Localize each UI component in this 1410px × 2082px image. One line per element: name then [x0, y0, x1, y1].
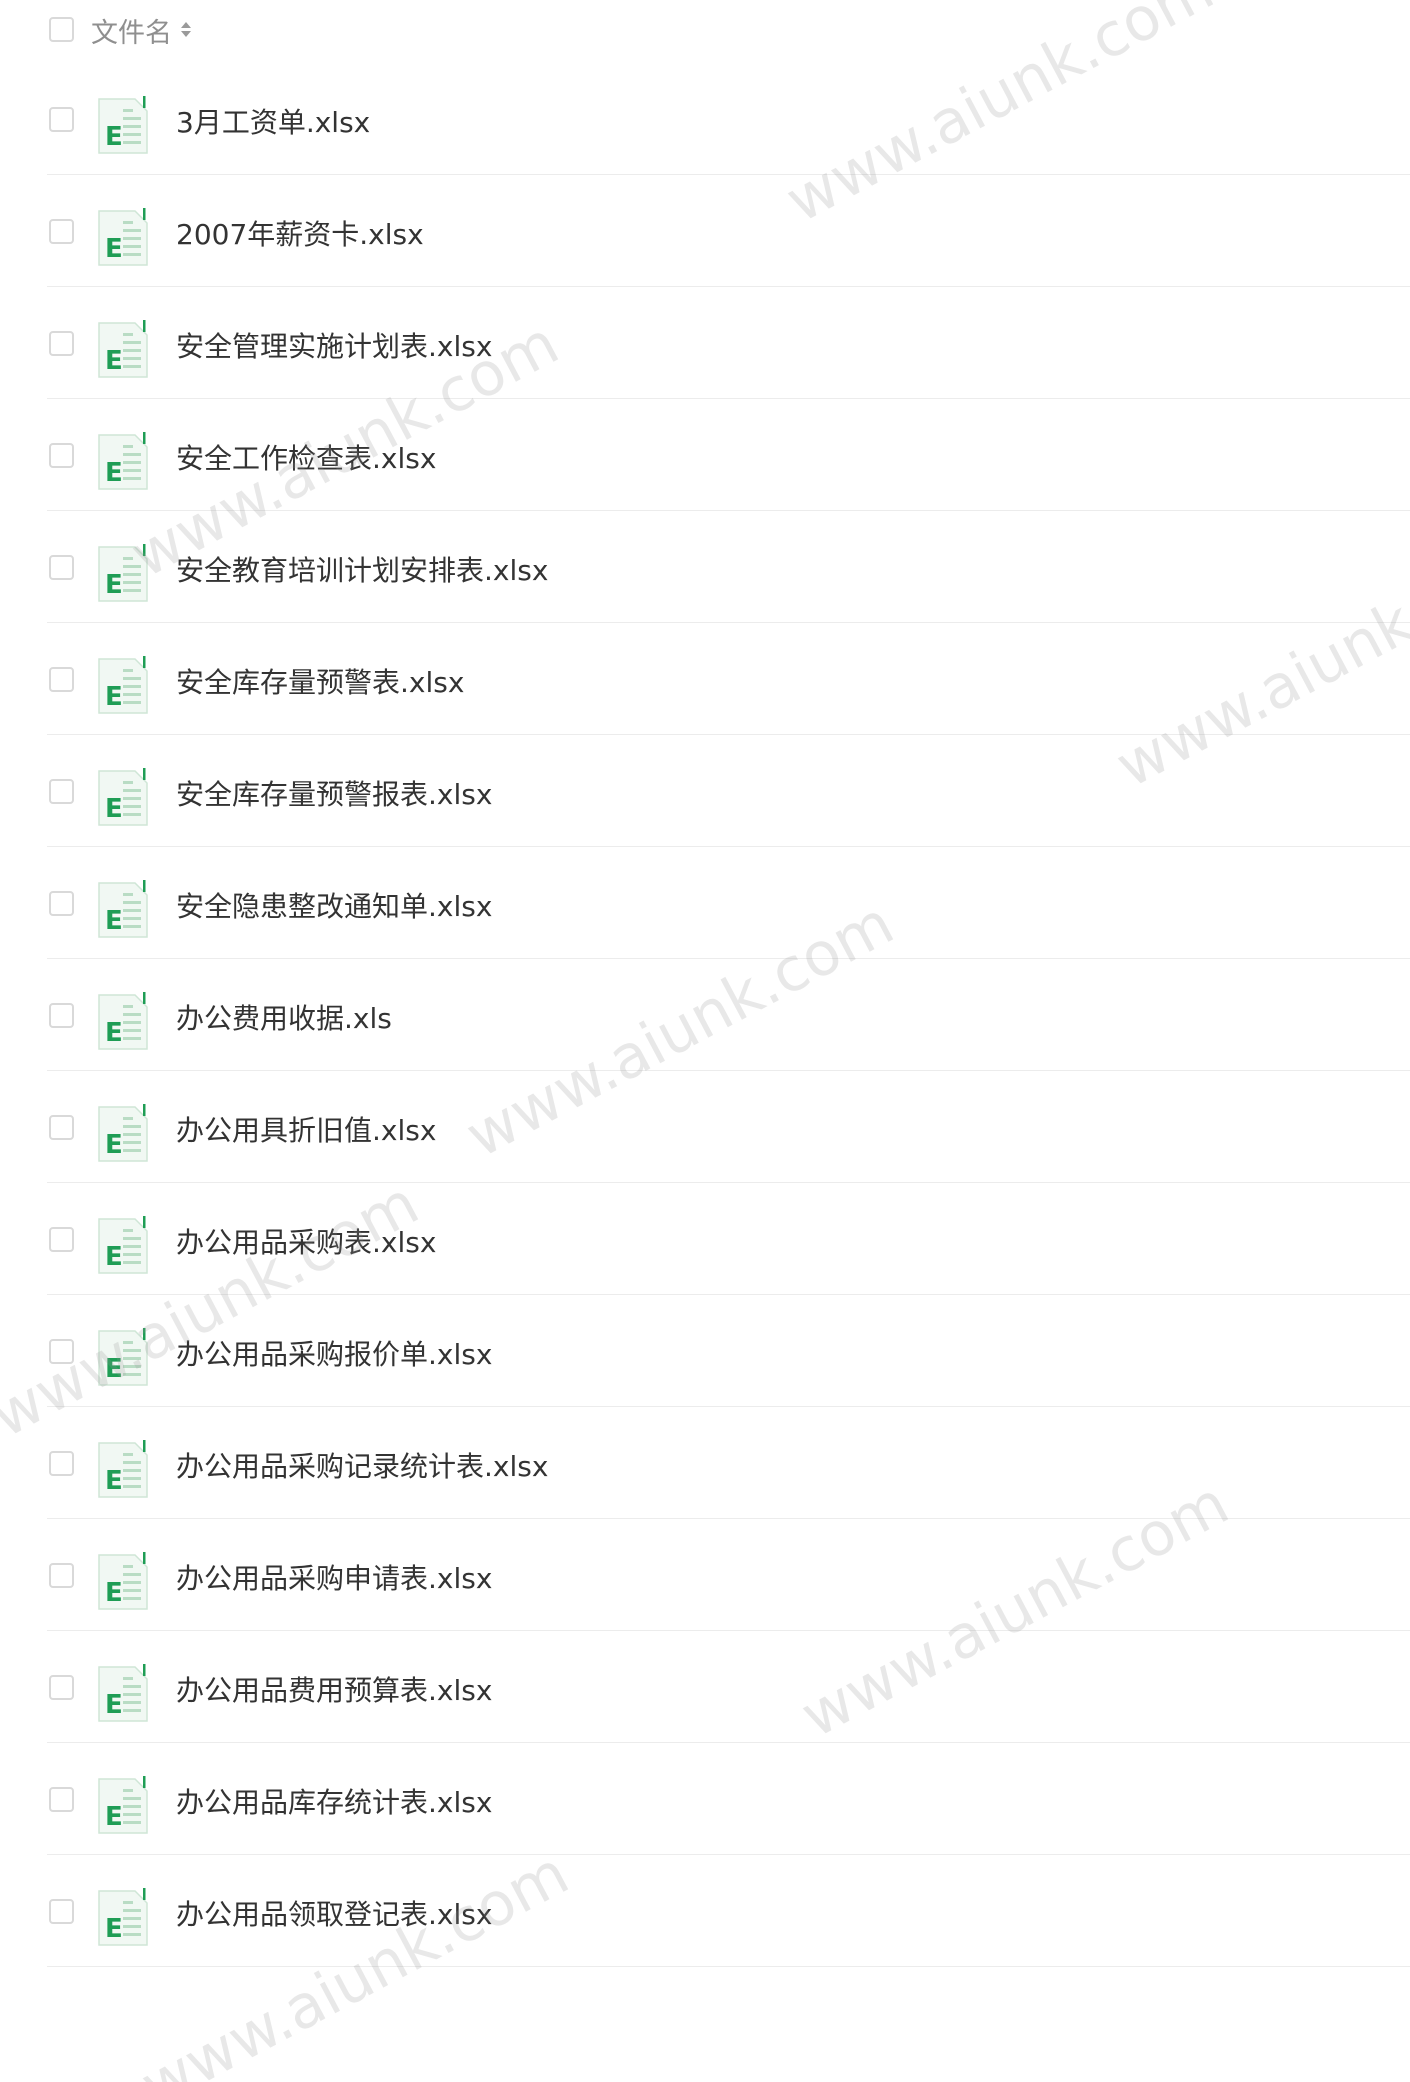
file-name[interactable]: 办公用品采购记录统计表.xlsx: [176, 1445, 548, 1489]
excel-file-icon: E: [97, 1887, 149, 1949]
excel-file-icon: E: [97, 1551, 149, 1613]
file-row-checkbox[interactable]: [49, 443, 74, 468]
excel-file-icon: E: [97, 879, 149, 941]
svg-text:E: E: [105, 906, 123, 936]
file-list-header: 文件名: [0, 0, 1410, 58]
filename-column-label: 文件名: [91, 17, 172, 49]
excel-file-icon: E: [97, 431, 149, 493]
svg-text:E: E: [105, 1130, 123, 1160]
file-name[interactable]: 办公用具折旧值.xlsx: [176, 1109, 436, 1153]
file-row-checkbox[interactable]: [49, 891, 74, 916]
sort-icon[interactable]: [180, 19, 192, 41]
file-row-checkbox[interactable]: [49, 555, 74, 580]
svg-text:E: E: [105, 346, 123, 376]
file-row[interactable]: E 办公用具折旧值.xlsx: [0, 1071, 1410, 1183]
svg-text:E: E: [105, 682, 123, 712]
file-name[interactable]: 办公用品费用预算表.xlsx: [176, 1669, 492, 1713]
file-row[interactable]: E 办公用品采购表.xlsx: [0, 1183, 1410, 1295]
file-name[interactable]: 安全隐患整改通知单.xlsx: [176, 885, 492, 929]
svg-text:E: E: [105, 1690, 123, 1720]
excel-file-icon: E: [97, 1775, 149, 1837]
file-name[interactable]: 2007年薪资卡.xlsx: [176, 213, 424, 257]
svg-text:E: E: [105, 1354, 123, 1384]
excel-file-icon: E: [97, 767, 149, 829]
svg-text:E: E: [105, 1578, 123, 1608]
file-row-checkbox[interactable]: [49, 107, 74, 132]
file-name[interactable]: 安全库存量预警报表.xlsx: [176, 773, 492, 817]
file-row[interactable]: E 安全隐患整改通知单.xlsx: [0, 847, 1410, 959]
svg-text:E: E: [105, 1802, 123, 1832]
svg-text:E: E: [105, 122, 123, 152]
file-name[interactable]: 3月工资单.xlsx: [176, 101, 370, 145]
file-row[interactable]: E 3月工资单.xlsx: [0, 63, 1410, 175]
svg-text:E: E: [105, 234, 123, 264]
filename-column-header[interactable]: 文件名: [91, 10, 192, 50]
excel-file-icon: E: [97, 655, 149, 717]
file-name[interactable]: 办公用品采购申请表.xlsx: [176, 1557, 492, 1601]
file-row[interactable]: E 办公用品费用预算表.xlsx: [0, 1631, 1410, 1743]
excel-file-icon: E: [97, 1327, 149, 1389]
svg-text:E: E: [105, 1914, 123, 1944]
file-row-checkbox[interactable]: [49, 779, 74, 804]
excel-file-icon: E: [97, 1439, 149, 1501]
file-row[interactable]: E 办公用品采购申请表.xlsx: [0, 1519, 1410, 1631]
svg-text:E: E: [105, 794, 123, 824]
excel-file-icon: E: [97, 1215, 149, 1277]
row-divider: [47, 1966, 1410, 1967]
file-row-checkbox[interactable]: [49, 1451, 74, 1476]
file-row-checkbox[interactable]: [49, 1227, 74, 1252]
svg-text:E: E: [105, 458, 123, 488]
select-all-checkbox[interactable]: [49, 17, 74, 42]
file-row-checkbox[interactable]: [49, 1675, 74, 1700]
file-row[interactable]: E 安全库存量预警报表.xlsx: [0, 735, 1410, 847]
file-row-checkbox[interactable]: [49, 1563, 74, 1588]
file-row[interactable]: E 办公用品采购记录统计表.xlsx: [0, 1407, 1410, 1519]
file-row[interactable]: E 办公用品领取登记表.xlsx: [0, 1855, 1410, 1967]
excel-file-icon: E: [97, 319, 149, 381]
excel-file-icon: E: [97, 95, 149, 157]
svg-text:E: E: [105, 570, 123, 600]
file-row[interactable]: E 安全管理实施计划表.xlsx: [0, 287, 1410, 399]
svg-text:E: E: [105, 1018, 123, 1048]
svg-text:E: E: [105, 1242, 123, 1272]
file-row-checkbox[interactable]: [49, 1115, 74, 1140]
file-row-checkbox[interactable]: [49, 1339, 74, 1364]
file-name[interactable]: 安全库存量预警表.xlsx: [176, 661, 464, 705]
excel-file-icon: E: [97, 207, 149, 269]
file-name[interactable]: 办公用品采购报价单.xlsx: [176, 1333, 492, 1377]
file-row-checkbox[interactable]: [49, 219, 74, 244]
file-name[interactable]: 办公用品领取登记表.xlsx: [176, 1893, 492, 1937]
file-row[interactable]: E 安全库存量预警表.xlsx: [0, 623, 1410, 735]
svg-text:E: E: [105, 1466, 123, 1496]
file-row[interactable]: E 2007年薪资卡.xlsx: [0, 175, 1410, 287]
file-row-checkbox[interactable]: [49, 667, 74, 692]
file-name[interactable]: 办公用品库存统计表.xlsx: [176, 1781, 492, 1825]
file-row[interactable]: E 办公用品库存统计表.xlsx: [0, 1743, 1410, 1855]
file-row[interactable]: E 安全教育培训计划安排表.xlsx: [0, 511, 1410, 623]
file-name[interactable]: 办公费用收据.xls: [176, 997, 392, 1041]
file-list-page: 文件名 E 3月工资单.xlsx E 2007年薪资卡.xlsx E 安全管理实施计划表.…: [0, 0, 1410, 2082]
excel-file-icon: E: [97, 1103, 149, 1165]
file-name[interactable]: 安全管理实施计划表.xlsx: [176, 325, 492, 369]
file-name[interactable]: 办公用品采购表.xlsx: [176, 1221, 436, 1265]
excel-file-icon: E: [97, 991, 149, 1053]
file-row-checkbox[interactable]: [49, 331, 74, 356]
file-name[interactable]: 安全工作检查表.xlsx: [176, 437, 436, 481]
file-name[interactable]: 安全教育培训计划安排表.xlsx: [176, 549, 548, 593]
file-row[interactable]: E 办公用品采购报价单.xlsx: [0, 1295, 1410, 1407]
file-row-checkbox[interactable]: [49, 1787, 74, 1812]
file-row[interactable]: E 安全工作检查表.xlsx: [0, 399, 1410, 511]
file-row[interactable]: E 办公费用收据.xls: [0, 959, 1410, 1071]
excel-file-icon: E: [97, 543, 149, 605]
excel-file-icon: E: [97, 1663, 149, 1725]
file-row-checkbox[interactable]: [49, 1003, 74, 1028]
file-row-checkbox[interactable]: [49, 1899, 74, 1924]
